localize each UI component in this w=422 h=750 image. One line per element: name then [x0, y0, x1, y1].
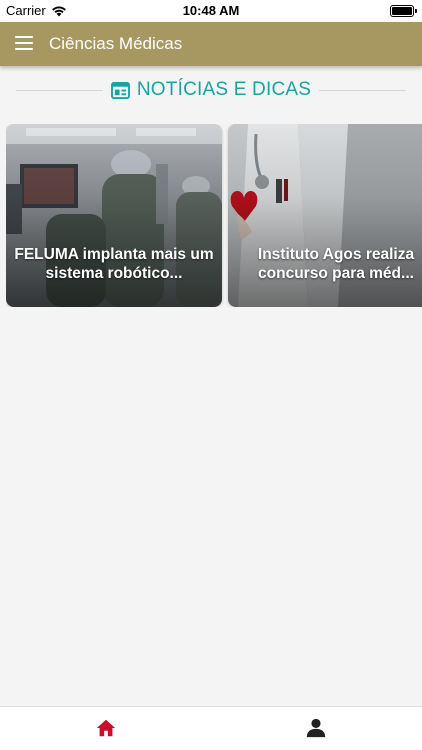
app-title: Ciências Médicas — [49, 34, 183, 53]
news-carousel[interactable]: FELUMA implanta mais um sistema robótico… — [6, 124, 422, 307]
news-card[interactable]: FELUMA implanta mais um sistema robótico… — [6, 124, 222, 307]
bottom-tab-bar — [0, 706, 422, 750]
hamburger-menu-icon[interactable] — [15, 36, 33, 50]
status-time: 10:48 AM — [182, 3, 240, 18]
user-icon[interactable] — [305, 717, 327, 739]
app-bar: Ciências Médicas — [0, 22, 422, 66]
battery-icon — [390, 5, 417, 17]
newspaper-icon — [110, 81, 130, 99]
divider-left — [16, 89, 103, 91]
news-card[interactable]: Instituto Agos realiza concurso para méd… — [228, 124, 422, 307]
news-title: FELUMA implanta mais um sistema robótico… — [14, 246, 214, 282]
section-title: NOTÍCIAS E DICAS — [136, 79, 312, 100]
section-header: NOTÍCIAS E DICAS — [16, 76, 407, 104]
divider-right — [319, 89, 407, 91]
home-icon[interactable] — [95, 717, 117, 739]
status-bar: Carrier 10:48 AM — [0, 0, 422, 22]
news-title: Instituto Agos realiza concurso para méd… — [257, 246, 415, 282]
